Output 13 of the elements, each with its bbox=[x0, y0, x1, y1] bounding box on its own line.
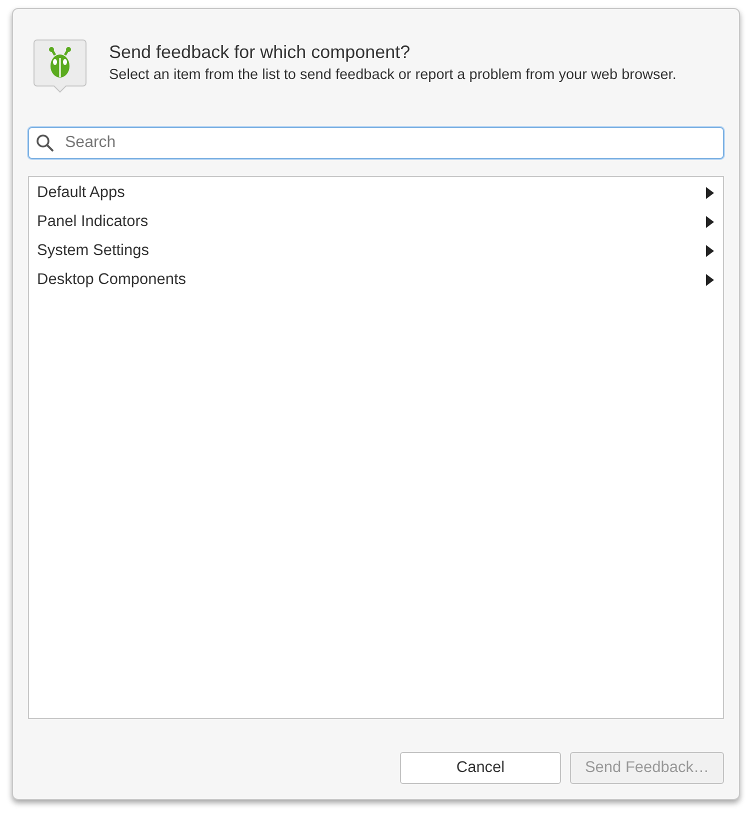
list-item[interactable]: System Settings bbox=[29, 236, 723, 265]
dialog-title: Send feedback for which component? bbox=[109, 42, 412, 63]
list-item[interactable]: Default Apps bbox=[29, 178, 723, 207]
list-item[interactable]: Desktop Components bbox=[29, 265, 723, 294]
expand-arrow-icon bbox=[705, 244, 715, 258]
bug-icon bbox=[33, 38, 87, 94]
expand-arrow-icon bbox=[705, 186, 715, 200]
list-item[interactable]: Panel Indicators bbox=[29, 207, 723, 236]
dialog-description: Select an item from the list to send feedback or report a problem from your web browser. bbox=[109, 66, 676, 84]
cancel-button[interactable]: Cancel bbox=[400, 752, 561, 784]
expand-arrow-icon bbox=[705, 214, 715, 228]
search-field[interactable]: Search bbox=[28, 127, 724, 159]
expand-arrow-icon bbox=[705, 272, 715, 286]
